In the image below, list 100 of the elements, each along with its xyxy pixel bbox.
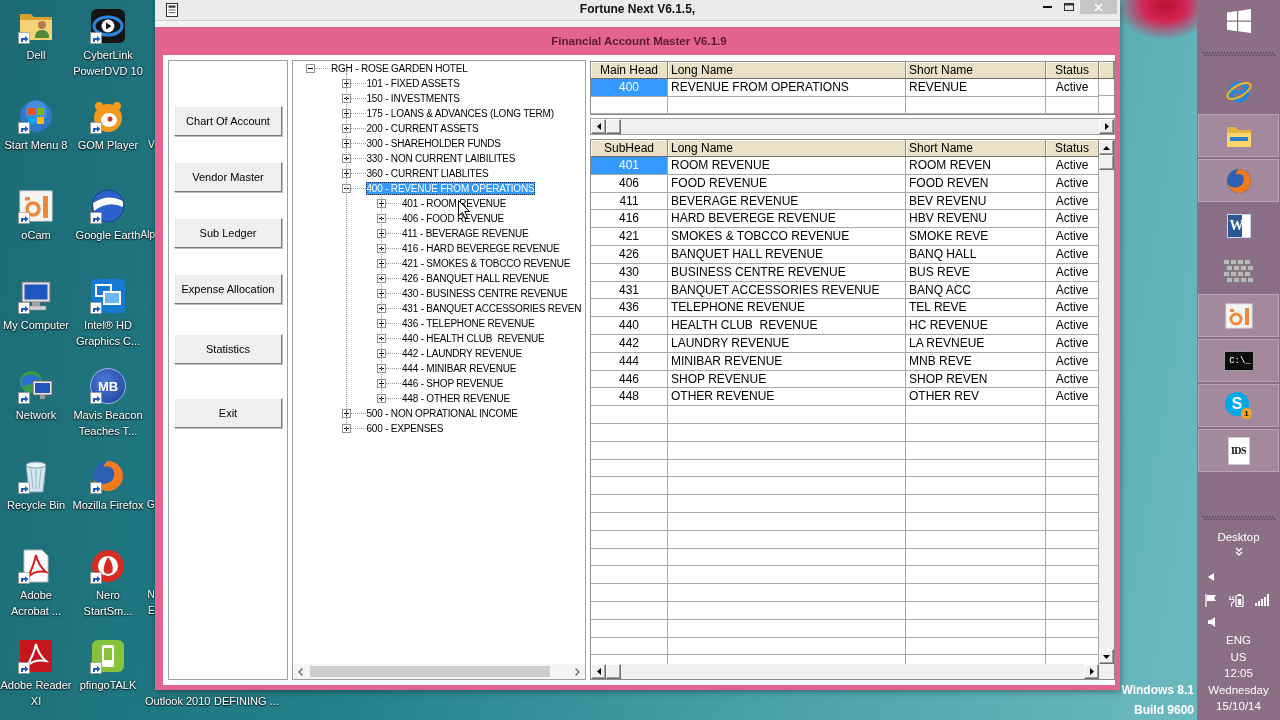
expand-toggle[interactable] xyxy=(377,334,386,343)
column-header: Status xyxy=(1046,140,1099,157)
expand-toggle[interactable] xyxy=(341,124,351,133)
expand-toggle[interactable] xyxy=(377,364,386,373)
expand-toggle[interactable] xyxy=(341,79,351,88)
expand-toggle[interactable] xyxy=(377,394,386,403)
taskbar-button[interactable] xyxy=(1198,159,1279,202)
toolbar-label[interactable]: Desktop xyxy=(1217,530,1260,544)
tree-item[interactable]: 200 - CURRENT ASSETS xyxy=(365,122,480,135)
taskbar-button[interactable]: C:\_ xyxy=(1198,339,1279,382)
language-button[interactable]: ENG US xyxy=(1226,632,1251,665)
expand-toggle[interactable] xyxy=(377,304,386,313)
form-button[interactable]: Expense Allocation xyxy=(174,274,282,304)
tree-item[interactable]: 416 - HARD BEVEREGE REVENUE xyxy=(401,242,561,255)
desktop-shortcut[interactable]: Adobe Acrobat ... xyxy=(0,548,72,619)
desktop-shortcut[interactable]: Google Earth xyxy=(75,188,141,243)
desktop-shortcut[interactable]: Start Menu 8 xyxy=(4,98,68,153)
expand-toggle[interactable] xyxy=(377,349,386,358)
taskbar-button[interactable] xyxy=(1198,114,1279,157)
tree-item[interactable]: 430 - BUSINESS CENTRE REVENUE xyxy=(401,287,569,300)
desktop-shortcut[interactable]: Adobe Reader XI xyxy=(0,638,72,709)
scrollbar[interactable] xyxy=(293,664,585,679)
scrollbar-thumb[interactable] xyxy=(1099,155,1114,170)
scroll-right-button[interactable] xyxy=(1084,664,1099,679)
expand-toggle[interactable] xyxy=(341,154,351,163)
scroll-left-button[interactable] xyxy=(591,119,606,134)
desktop-shortcut[interactable]: GOM Player xyxy=(77,98,139,153)
expand-toggle[interactable] xyxy=(341,139,351,148)
tree-item[interactable]: RGH - ROSE GARDEN HOTEL xyxy=(330,62,469,75)
tree-item[interactable]: 421 - SMOKES & TOBCCO REVENUE xyxy=(401,257,572,270)
expand-toggle[interactable] xyxy=(341,94,351,103)
scrollbar[interactable] xyxy=(1099,140,1114,664)
taskbar-button[interactable]: IDS xyxy=(1198,429,1279,472)
tree-item[interactable]: 330 - NON CURRENT LAIBILITES xyxy=(365,152,517,165)
expand-toggle[interactable] xyxy=(341,184,351,193)
tree-item[interactable]: 446 - SHOP REVENUE xyxy=(401,377,505,390)
tree-item[interactable]: 600 - EXPENSES xyxy=(365,422,445,435)
scroll-right-button[interactable] xyxy=(1099,119,1114,134)
tree-item[interactable]: 150 - INVESTMENTS xyxy=(365,92,461,105)
scrollbar-thumb[interactable] xyxy=(606,664,621,679)
scrollbar-thumb[interactable] xyxy=(310,666,550,677)
tree-item[interactable]: 411 - BEVERAGE REVENUE xyxy=(401,227,530,240)
expand-toggle[interactable] xyxy=(377,199,386,208)
expand-toggle[interactable] xyxy=(377,289,386,298)
desktop-shortcut[interactable]: Dell xyxy=(18,8,54,63)
expand-toggle[interactable] xyxy=(377,379,386,388)
fox-globe-icon xyxy=(90,458,126,494)
expand-toggle[interactable] xyxy=(341,169,351,178)
tree-item[interactable]: 500 - NON OPRATIONAL INCOME xyxy=(365,407,519,420)
tree-item[interactable]: 175 - LOANS & ADVANCES (LONG TERM) xyxy=(365,107,555,120)
tree-item[interactable]: 406 - FOOD REVENUE xyxy=(401,212,505,225)
tree-item[interactable]: 431 - BANQUET ACCESSORIES REVEN xyxy=(401,302,583,315)
expand-toggle[interactable] xyxy=(377,259,386,268)
tree-item[interactable]: 444 - MINIBAR REVENUE xyxy=(401,362,518,375)
column-header: Status xyxy=(1046,62,1099,79)
scroll-up-button[interactable] xyxy=(1099,140,1114,155)
expand-toggle[interactable] xyxy=(341,409,351,418)
expand-toggle[interactable] xyxy=(377,319,386,328)
form-button[interactable]: Vendor Master xyxy=(174,162,282,192)
form-button[interactable]: Sub Ledger xyxy=(174,218,282,248)
desktop-shortcut[interactable]: Mozilla Firefox xyxy=(72,458,144,513)
desktop-shortcut[interactable]: Intel® HD Graphics C... xyxy=(72,278,144,349)
close-icon xyxy=(1094,2,1103,12)
desktop-shortcut[interactable]: oCam xyxy=(18,188,54,243)
desktop-shortcut[interactable]: Network xyxy=(15,368,57,423)
desktop-shortcut[interactable]: CyberLink PowerDVD 10 xyxy=(72,8,144,79)
expand-toggle[interactable] xyxy=(341,424,351,433)
expand-toggle[interactable] xyxy=(377,244,386,253)
scroll-down-button[interactable] xyxy=(1099,649,1114,664)
expand-toggle[interactable] xyxy=(341,109,351,118)
expand-toggle[interactable] xyxy=(306,64,315,73)
tree-item[interactable]: 448 - OTHER REVENUE xyxy=(401,392,511,405)
document-icon xyxy=(166,3,178,17)
tree-item[interactable]: 436 - TELEPHONE REVENUE xyxy=(401,317,536,330)
tree-item[interactable]: 360 - CURRENT LIABLITES xyxy=(365,167,490,180)
desktop-shortcut[interactable]: Nero StartSm... xyxy=(72,548,144,619)
expand-toggle[interactable] xyxy=(377,229,386,238)
tree-item[interactable]: 300 - SHAREHOLDER FUNDS xyxy=(365,137,502,150)
scrollbar[interactable] xyxy=(591,664,1099,679)
right-arrow-icon xyxy=(1104,123,1109,130)
taskbar-button[interactable]: W xyxy=(1198,204,1279,247)
scroll-left-button[interactable] xyxy=(591,664,606,679)
expand-toggle[interactable] xyxy=(377,214,386,223)
tree-item[interactable]: 442 - LAUNDRY REVENUE xyxy=(401,347,523,360)
tree-item[interactable]: 440 - HEALTH CLUB REVENUE xyxy=(401,332,546,345)
desktop-shortcut[interactable]: My Computer xyxy=(3,278,69,333)
taskbar-button[interactable] xyxy=(1198,294,1279,337)
form-button[interactable]: Exit xyxy=(174,398,282,428)
scrollbar[interactable] xyxy=(590,118,1115,135)
expand-toggle[interactable] xyxy=(377,274,386,283)
desktop-shortcut[interactable]: MB Mavis Beacon Teaches T... xyxy=(72,368,144,439)
form-button[interactable]: Chart Of Account xyxy=(174,106,282,136)
tree-item[interactable]: 101 - FIXED ASSETS xyxy=(365,77,461,90)
tree-item[interactable]: 426 - BANQUET HALL REVENUE xyxy=(401,272,551,285)
clock-button[interactable]: 12:05 Wednesday 15/10/14 xyxy=(1208,665,1269,715)
desktop-shortcut[interactable]: Recycle Bin xyxy=(6,458,66,513)
scrollbar-thumb[interactable] xyxy=(606,119,621,134)
hidden-icons-button[interactable] xyxy=(1208,571,1214,583)
desktop-shortcut[interactable]: pfingoTALK xyxy=(79,638,137,693)
form-button[interactable]: Statistics xyxy=(174,334,282,364)
